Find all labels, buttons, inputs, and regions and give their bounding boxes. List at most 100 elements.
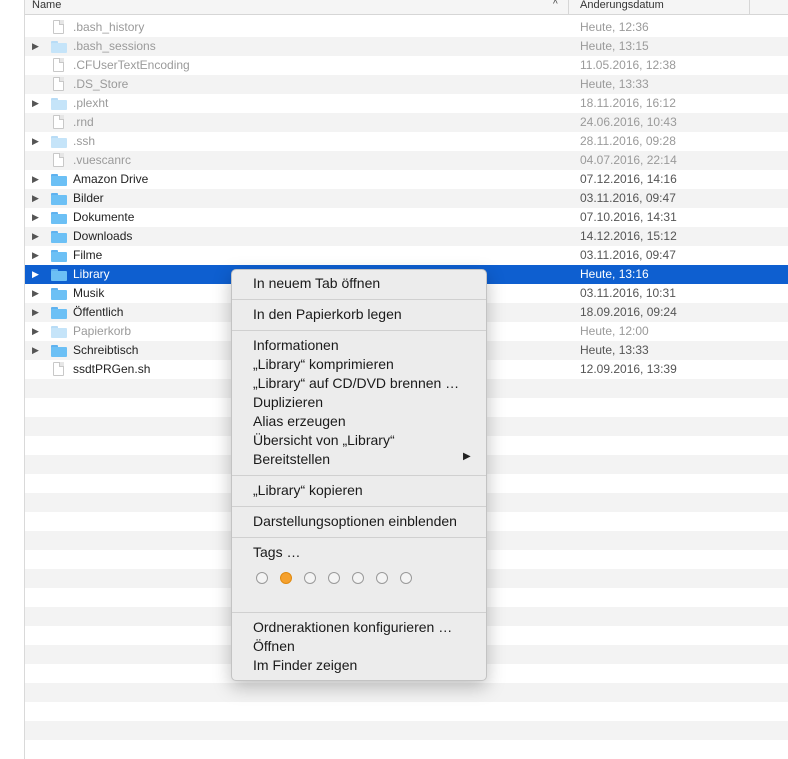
file-modified-date: 28.11.2016, 09:28 (580, 134, 676, 148)
disclosure-triangle-icon[interactable]: ▶ (32, 189, 42, 208)
context-menu: In neuem Tab öffnen In den Papierkorb le… (231, 269, 487, 681)
document-icon (53, 58, 64, 72)
menu-item-open[interactable]: Öffnen (253, 637, 295, 656)
file-name: Amazon Drive (73, 172, 149, 186)
menu-item-compress[interactable]: „Library“ komprimieren (253, 355, 394, 374)
disclosure-triangle-icon[interactable]: ▶ (32, 132, 42, 151)
folder-icon (51, 41, 67, 53)
file-row[interactable]: ▶ Bilder 03.11.2016, 09:47 (25, 189, 788, 208)
menu-item-open-new-tab[interactable]: In neuem Tab öffnen (253, 274, 380, 293)
file-row[interactable]: ▶ Amazon Drive 07.12.2016, 14:16 (25, 170, 788, 189)
file-row[interactable]: .vuescanrc 04.07.2016, 22:14 (25, 151, 788, 170)
menu-item-get-info[interactable]: Informationen (253, 336, 339, 355)
folder-icon (51, 212, 67, 224)
column-divider[interactable] (749, 0, 750, 14)
menu-item-view-options[interactable]: Darstellungsoptionen einblenden (253, 512, 457, 531)
file-row[interactable]: .rnd 24.06.2016, 10:43 (25, 113, 788, 132)
file-row[interactable]: ▶ Downloads 14.12.2016, 15:12 (25, 227, 788, 246)
file-modified-date: Heute, 12:00 (580, 324, 649, 338)
menu-item-quick-look[interactable]: Übersicht von „Library“ (253, 431, 395, 450)
disclosure-triangle-icon[interactable]: ▶ (32, 246, 42, 265)
file-name: Öffentlich (73, 305, 124, 319)
finder-window: Name ^ Änderungsdatum .bash_history Heute… (0, 0, 788, 759)
sort-ascending-icon[interactable]: ^ (553, 0, 558, 12)
column-header-date[interactable]: Änderungsdatum (580, 0, 664, 12)
folder-icon (51, 326, 67, 338)
submenu-arrow-icon: ▶ (463, 451, 471, 462)
folder-icon (51, 345, 67, 357)
disclosure-triangle-icon[interactable]: ▶ (32, 265, 42, 284)
file-name: .bash_history (73, 20, 145, 34)
file-row[interactable]: ▶ Dokumente 07.10.2016, 14:31 (25, 208, 788, 227)
tag-orange-dot[interactable] (280, 572, 292, 584)
file-modified-date: 07.10.2016, 14:31 (580, 210, 677, 224)
menu-separator (232, 506, 486, 507)
menu-separator (232, 330, 486, 331)
menu-item-duplicate[interactable]: Duplizieren (253, 393, 323, 412)
document-icon (53, 153, 64, 167)
document-icon (53, 20, 64, 34)
file-row[interactable]: .DS_Store Heute, 13:33 (25, 75, 788, 94)
disclosure-triangle-icon[interactable]: ▶ (32, 322, 42, 341)
disclosure-triangle-icon[interactable]: ▶ (32, 227, 42, 246)
menu-item-burn[interactable]: „Library“ auf CD/DVD brennen … (253, 374, 459, 393)
file-modified-date: 18.11.2016, 16:12 (580, 96, 676, 110)
file-name: Musik (73, 286, 105, 300)
folder-icon (51, 98, 67, 110)
tag-empty-dot[interactable] (256, 572, 268, 584)
disclosure-triangle-icon[interactable]: ▶ (32, 170, 42, 189)
menu-item-move-to-trash[interactable]: In den Papierkorb legen (253, 305, 402, 324)
disclosure-triangle-icon[interactable]: ▶ (32, 341, 42, 360)
menu-item-share[interactable]: Bereitstellen (253, 450, 330, 469)
folder-icon (51, 307, 67, 319)
disclosure-triangle-icon[interactable]: ▶ (32, 303, 42, 322)
file-modified-date: 24.06.2016, 10:43 (580, 115, 677, 129)
file-name: .CFUserTextEncoding (73, 58, 190, 72)
file-name: Papierkorb (73, 324, 132, 338)
file-row[interactable]: .bash_history Heute, 12:36 (25, 18, 788, 37)
menu-item-copy[interactable]: „Library“ kopieren (253, 481, 363, 500)
file-name: .DS_Store (73, 77, 129, 91)
disclosure-triangle-icon[interactable]: ▶ (32, 37, 42, 56)
folder-icon (51, 288, 67, 300)
tag-empty-dot[interactable] (304, 572, 316, 584)
file-modified-date: Heute, 13:33 (580, 343, 649, 357)
column-header-name[interactable]: Name (32, 0, 61, 12)
menu-item-make-alias[interactable]: Alias erzeugen (253, 412, 346, 431)
file-row[interactable]: ▶ Filme 03.11.2016, 09:47 (25, 246, 788, 265)
document-icon (53, 77, 64, 91)
tag-empty-dot[interactable] (352, 572, 364, 584)
file-name: Bilder (73, 191, 104, 205)
file-name: Filme (73, 248, 103, 262)
menu-item-show-in-finder[interactable]: Im Finder zeigen (253, 656, 357, 675)
file-modified-date: 14.12.2016, 15:12 (580, 229, 677, 243)
menu-item-folder-actions[interactable]: Ordneraktionen konfigurieren … (253, 618, 452, 637)
column-header: Name ^ Änderungsdatum (25, 0, 788, 15)
file-row[interactable]: ▶ .bash_sessions Heute, 13:15 (25, 37, 788, 56)
tag-empty-dot[interactable] (400, 572, 412, 584)
folder-icon (51, 250, 67, 262)
disclosure-triangle-icon[interactable]: ▶ (32, 284, 42, 303)
column-divider[interactable] (568, 0, 569, 14)
menu-separator (232, 475, 486, 476)
file-modified-date: Heute, 13:16 (580, 267, 649, 281)
file-row[interactable]: ▶ .plexht 18.11.2016, 16:12 (25, 94, 788, 113)
empty-row (25, 740, 788, 759)
menu-item-tags[interactable]: Tags … (253, 543, 300, 562)
tag-empty-dot[interactable] (328, 572, 340, 584)
file-modified-date: 12.09.2016, 13:39 (580, 362, 677, 376)
file-name: Schreibtisch (73, 343, 139, 357)
empty-row (25, 721, 788, 740)
empty-row (25, 702, 788, 721)
disclosure-triangle-icon[interactable]: ▶ (32, 208, 42, 227)
file-name: Library (73, 267, 110, 281)
file-modified-date: 11.05.2016, 12:38 (580, 58, 676, 72)
file-modified-date: Heute, 13:15 (580, 39, 649, 53)
folder-icon (51, 174, 67, 186)
file-row[interactable]: .CFUserTextEncoding 11.05.2016, 12:38 (25, 56, 788, 75)
disclosure-triangle-icon[interactable]: ▶ (32, 94, 42, 113)
file-row[interactable]: ▶ .ssh 28.11.2016, 09:28 (25, 132, 788, 151)
sidebar-edge (0, 0, 25, 759)
tag-empty-dot[interactable] (376, 572, 388, 584)
file-modified-date: 07.12.2016, 14:16 (580, 172, 677, 186)
